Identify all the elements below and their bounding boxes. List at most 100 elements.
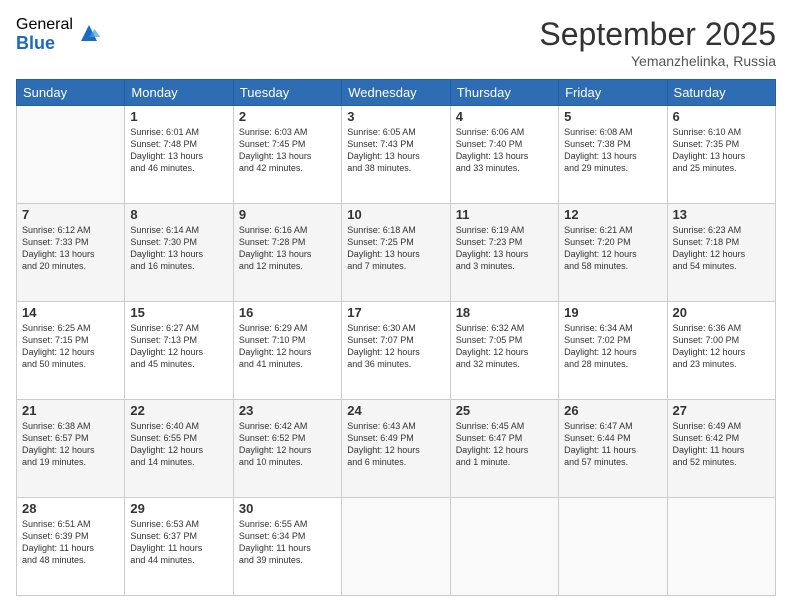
day-number: 6 (673, 109, 770, 124)
calendar-cell: 5Sunrise: 6:08 AM Sunset: 7:38 PM Daylig… (559, 106, 667, 204)
day-info: Sunrise: 6:51 AM Sunset: 6:39 PM Dayligh… (22, 518, 119, 567)
day-number: 23 (239, 403, 336, 418)
calendar-cell: 18Sunrise: 6:32 AM Sunset: 7:05 PM Dayli… (450, 302, 558, 400)
calendar-week-row: 7 Sunrise: 6:12 AM Sunset: 7:33 PM Daylig… (17, 204, 776, 302)
day-info: Sunrise: 6:12 AM Sunset: 7:33 PM Dayligh… (22, 224, 119, 273)
day-info: Sunrise: 6:05 AM Sunset: 7:43 PM Dayligh… (347, 126, 444, 175)
calendar-cell: 22 Sunrise: 6:40 AM Sunset: 6:55 PM Dayli… (125, 400, 233, 498)
day-number: 14 (22, 305, 119, 320)
day-info: Sunrise: 6:16 AM Sunset: 7:28 PM Dayligh… (239, 224, 336, 273)
calendar-cell: 28 Sunrise: 6:51 AM Sunset: 6:39 PM Dayli… (17, 498, 125, 596)
header-thursday: Thursday (450, 80, 558, 106)
day-number: 2 (239, 109, 336, 124)
day-number: 5 (564, 109, 661, 124)
day-info: Sunrise: 6:27 AM Sunset: 7:13 PM Dayligh… (130, 322, 227, 371)
title-section: September 2025 Yemanzhelinka, Russia (539, 16, 776, 69)
calendar-cell: 20 Sunrise: 6:36 AM Sunset: 7:00 PM Dayli… (667, 302, 775, 400)
day-number: 11 (456, 207, 553, 222)
calendar-cell: 21 Sunrise: 6:38 AM Sunset: 6:57 PM Dayli… (17, 400, 125, 498)
calendar-cell: 3Sunrise: 6:05 AM Sunset: 7:43 PM Daylig… (342, 106, 450, 204)
day-info: Sunrise: 6:25 AM Sunset: 7:15 PM Dayligh… (22, 322, 119, 371)
day-number: 12 (564, 207, 661, 222)
calendar-cell: 6 Sunrise: 6:10 AM Sunset: 7:35 PM Daylig… (667, 106, 775, 204)
calendar-cell: 12Sunrise: 6:21 AM Sunset: 7:20 PM Dayli… (559, 204, 667, 302)
day-number: 15 (130, 305, 227, 320)
calendar-cell: 29 Sunrise: 6:53 AM Sunset: 6:37 PM Dayli… (125, 498, 233, 596)
logo-text: General Blue (16, 16, 73, 53)
day-number: 28 (22, 501, 119, 516)
header-wednesday: Wednesday (342, 80, 450, 106)
day-info: Sunrise: 6:47 AM Sunset: 6:44 PM Dayligh… (564, 420, 661, 469)
calendar-cell: 16 Sunrise: 6:29 AM Sunset: 7:10 PM Dayli… (233, 302, 341, 400)
day-info: Sunrise: 6:38 AM Sunset: 6:57 PM Dayligh… (22, 420, 119, 469)
logo-general: General (16, 16, 73, 34)
day-info: Sunrise: 6:49 AM Sunset: 6:42 PM Dayligh… (673, 420, 770, 469)
header-tuesday: Tuesday (233, 80, 341, 106)
calendar-cell: 19Sunrise: 6:34 AM Sunset: 7:02 PM Dayli… (559, 302, 667, 400)
day-info: Sunrise: 6:42 AM Sunset: 6:52 PM Dayligh… (239, 420, 336, 469)
calendar-cell (342, 498, 450, 596)
day-number: 29 (130, 501, 227, 516)
page: General Blue September 2025 Yemanzhelink… (0, 0, 792, 612)
logo-blue: Blue (16, 34, 73, 54)
day-number: 17 (347, 305, 444, 320)
calendar-cell: 11 Sunrise: 6:19 AM Sunset: 7:23 PM Dayli… (450, 204, 558, 302)
day-number: 20 (673, 305, 770, 320)
calendar-cell: 27 Sunrise: 6:49 AM Sunset: 6:42 PM Dayli… (667, 400, 775, 498)
calendar-cell: 30 Sunrise: 6:55 AM Sunset: 6:34 PM Dayli… (233, 498, 341, 596)
calendar-cell: 1 Sunrise: 6:01 AM Sunset: 7:48 PM Daylig… (125, 106, 233, 204)
day-number: 16 (239, 305, 336, 320)
day-info: Sunrise: 6:06 AM Sunset: 7:40 PM Dayligh… (456, 126, 553, 175)
calendar-cell: 14 Sunrise: 6:25 AM Sunset: 7:15 PM Dayli… (17, 302, 125, 400)
calendar-cell: 2 Sunrise: 6:03 AM Sunset: 7:45 PM Daylig… (233, 106, 341, 204)
calendar-cell: 7 Sunrise: 6:12 AM Sunset: 7:33 PM Daylig… (17, 204, 125, 302)
calendar-header-row: Sunday Monday Tuesday Wednesday Thursday… (17, 80, 776, 106)
header-friday: Friday (559, 80, 667, 106)
day-number: 21 (22, 403, 119, 418)
calendar-week-row: 21 Sunrise: 6:38 AM Sunset: 6:57 PM Dayli… (17, 400, 776, 498)
day-number: 7 (22, 207, 119, 222)
day-number: 30 (239, 501, 336, 516)
day-info: Sunrise: 6:53 AM Sunset: 6:37 PM Dayligh… (130, 518, 227, 567)
day-number: 13 (673, 207, 770, 222)
calendar-cell: 4 Sunrise: 6:06 AM Sunset: 7:40 PM Daylig… (450, 106, 558, 204)
calendar-week-row: 28 Sunrise: 6:51 AM Sunset: 6:39 PM Dayli… (17, 498, 776, 596)
day-number: 8 (130, 207, 227, 222)
day-info: Sunrise: 6:45 AM Sunset: 6:47 PM Dayligh… (456, 420, 553, 469)
location: Yemanzhelinka, Russia (539, 53, 776, 69)
month-title: September 2025 (539, 16, 776, 53)
day-info: Sunrise: 6:01 AM Sunset: 7:48 PM Dayligh… (130, 126, 227, 175)
day-number: 25 (456, 403, 553, 418)
day-info: Sunrise: 6:10 AM Sunset: 7:35 PM Dayligh… (673, 126, 770, 175)
day-info: Sunrise: 6:55 AM Sunset: 6:34 PM Dayligh… (239, 518, 336, 567)
day-number: 9 (239, 207, 336, 222)
day-number: 4 (456, 109, 553, 124)
day-info: Sunrise: 6:03 AM Sunset: 7:45 PM Dayligh… (239, 126, 336, 175)
calendar-cell: 9 Sunrise: 6:16 AM Sunset: 7:28 PM Daylig… (233, 204, 341, 302)
day-number: 24 (347, 403, 444, 418)
calendar-cell: 13Sunrise: 6:23 AM Sunset: 7:18 PM Dayli… (667, 204, 775, 302)
day-number: 1 (130, 109, 227, 124)
day-info: Sunrise: 6:19 AM Sunset: 7:23 PM Dayligh… (456, 224, 553, 273)
calendar-cell: 10Sunrise: 6:18 AM Sunset: 7:25 PM Dayli… (342, 204, 450, 302)
day-info: Sunrise: 6:40 AM Sunset: 6:55 PM Dayligh… (130, 420, 227, 469)
header: General Blue September 2025 Yemanzhelink… (16, 16, 776, 69)
calendar-cell (450, 498, 558, 596)
calendar-cell: 8Sunrise: 6:14 AM Sunset: 7:30 PM Daylig… (125, 204, 233, 302)
day-info: Sunrise: 6:34 AM Sunset: 7:02 PM Dayligh… (564, 322, 661, 371)
calendar-week-row: 1 Sunrise: 6:01 AM Sunset: 7:48 PM Daylig… (17, 106, 776, 204)
calendar-cell (667, 498, 775, 596)
header-monday: Monday (125, 80, 233, 106)
calendar-cell: 15 Sunrise: 6:27 AM Sunset: 7:13 PM Dayli… (125, 302, 233, 400)
day-number: 18 (456, 305, 553, 320)
calendar-table: Sunday Monday Tuesday Wednesday Thursday… (16, 79, 776, 596)
logo-icon (77, 21, 101, 45)
day-number: 27 (673, 403, 770, 418)
calendar-cell: 24Sunrise: 6:43 AM Sunset: 6:49 PM Dayli… (342, 400, 450, 498)
calendar-cell: 26 Sunrise: 6:47 AM Sunset: 6:44 PM Dayli… (559, 400, 667, 498)
day-info: Sunrise: 6:36 AM Sunset: 7:00 PM Dayligh… (673, 322, 770, 371)
day-number: 22 (130, 403, 227, 418)
day-info: Sunrise: 6:29 AM Sunset: 7:10 PM Dayligh… (239, 322, 336, 371)
day-number: 26 (564, 403, 661, 418)
day-number: 10 (347, 207, 444, 222)
